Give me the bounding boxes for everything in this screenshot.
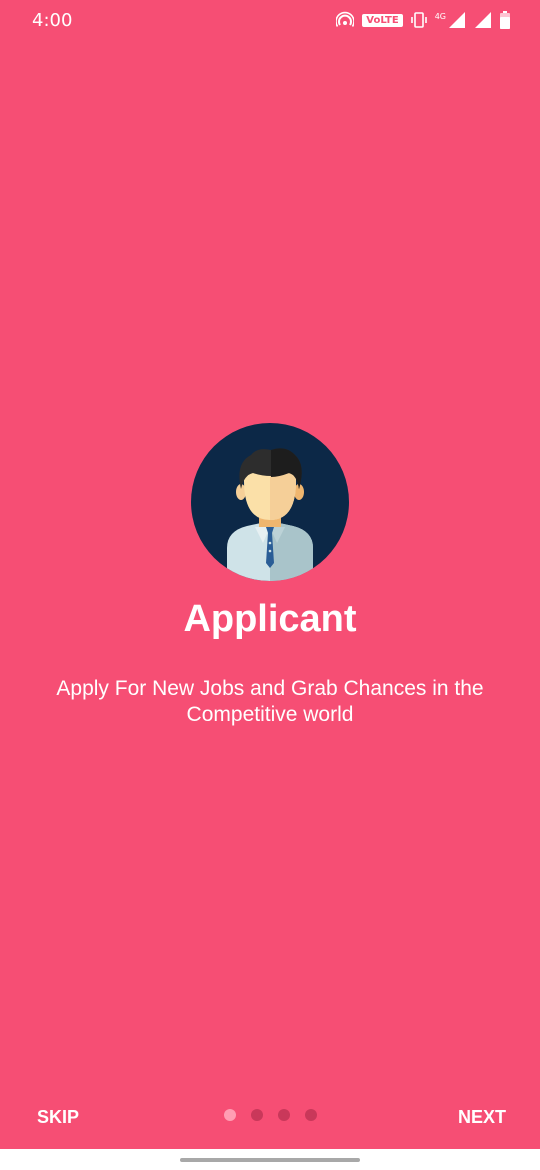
applicant-avatar-icon xyxy=(191,423,349,581)
home-gesture-handle[interactable] xyxy=(180,1158,360,1162)
page-dot-4[interactable] xyxy=(305,1109,317,1121)
battery-icon xyxy=(500,11,510,29)
next-button[interactable]: NEXT xyxy=(458,1107,506,1128)
page-dot-1[interactable] xyxy=(224,1109,236,1121)
vibrate-icon xyxy=(410,12,427,28)
page-dot-2[interactable] xyxy=(251,1109,263,1121)
onboarding-description: Apply For New Jobs and Grab Chances in t… xyxy=(56,677,484,726)
status-icons: VoLTE 4G xyxy=(336,9,510,31)
page-indicator xyxy=(224,1109,317,1121)
hotspot-icon xyxy=(336,11,355,27)
onboarding-title: Applicant xyxy=(183,598,357,640)
volte-icon: VoLTE xyxy=(362,13,403,27)
network-type-label: 4G xyxy=(434,11,446,21)
status-bar: 4:00 VoLTE 4G xyxy=(0,0,540,40)
system-nav-bar xyxy=(0,1149,540,1170)
status-time: 4:00 xyxy=(32,10,73,31)
page-dot-3[interactable] xyxy=(278,1109,290,1121)
signal-icon xyxy=(475,12,491,28)
signal-4g-icon xyxy=(449,12,465,28)
skip-button[interactable]: SKIP xyxy=(37,1107,79,1128)
